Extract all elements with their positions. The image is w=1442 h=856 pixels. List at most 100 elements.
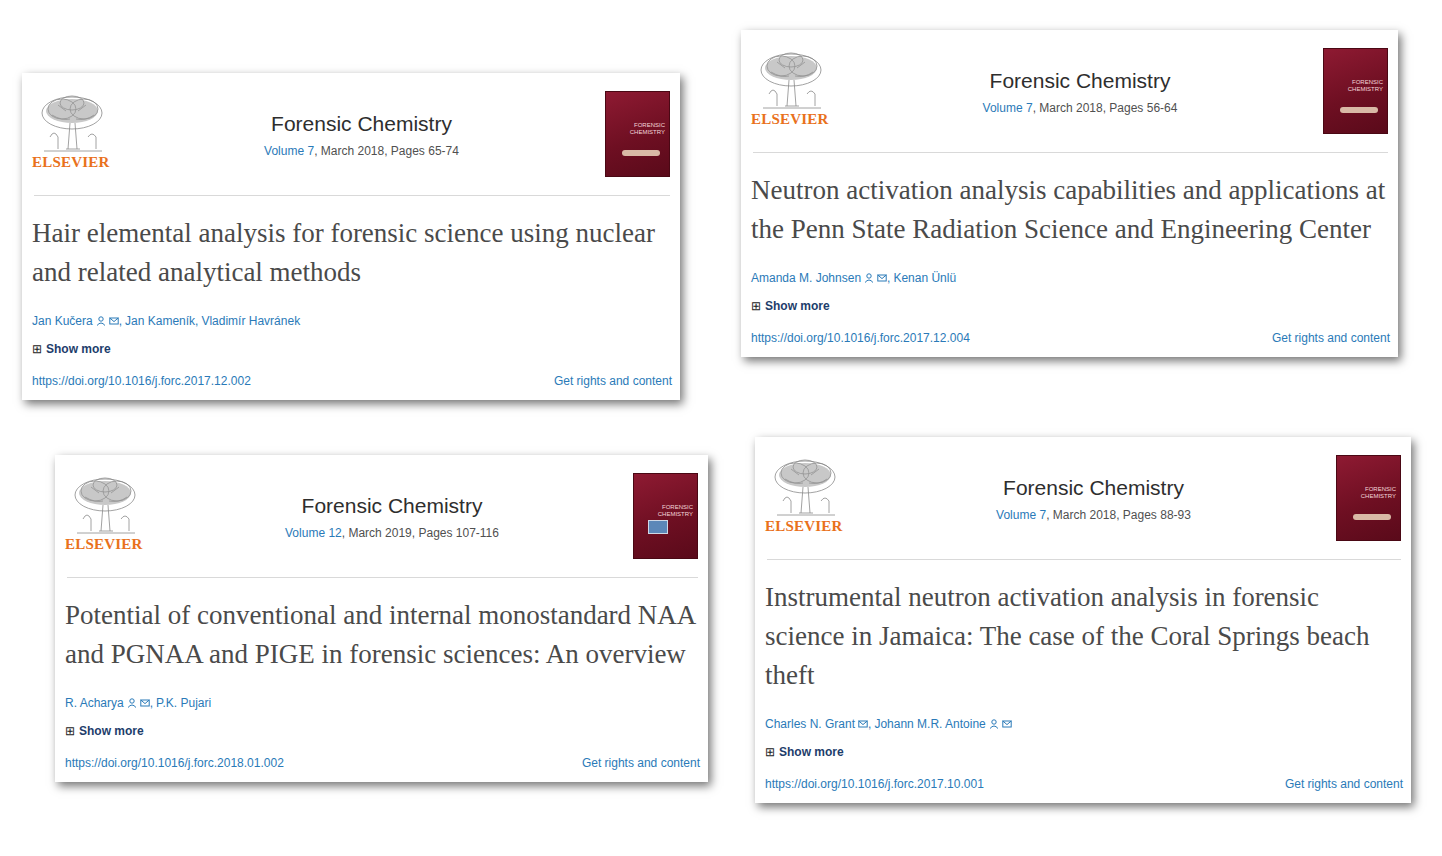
author-name[interactable]: Johann M.R. Antoine <box>874 715 985 733</box>
elsevier-logo[interactable]: ELSEVIER <box>32 81 118 170</box>
expand-icon[interactable]: ⊞ <box>65 725 75 737</box>
show-more-label[interactable]: Show more <box>765 297 830 315</box>
elsevier-logo[interactable]: ELSEVIER <box>765 445 851 534</box>
header-rule <box>67 577 698 578</box>
author[interactable]: Johann M.R. Antoine <box>874 715 1011 733</box>
author-separator: , <box>119 312 122 330</box>
volume-link[interactable]: Volume 7 <box>983 101 1033 115</box>
elsevier-logo[interactable]: ELSEVIER <box>751 38 837 127</box>
author[interactable]: Jan Kučera, <box>32 312 125 330</box>
journal-cover[interactable]: FORENSIC CHEMISTRY <box>605 91 670 177</box>
show-more-label[interactable]: Show more <box>79 722 144 740</box>
doi-link[interactable]: https://doi.org/10.1016/j.forc.2017.10.0… <box>765 775 984 793</box>
author-name[interactable]: Amanda M. Johnsen <box>751 269 861 287</box>
person-icon <box>127 698 137 708</box>
cover-decoration <box>1340 107 1378 113</box>
journal-name[interactable]: Forensic Chemistry <box>837 68 1323 93</box>
author-list: Amanda M. Johnsen,Kenan Ünlü <box>751 269 1390 287</box>
volume-line: Volume 7, March 2018, Pages 88-93 <box>851 506 1336 524</box>
author[interactable]: Charles N. Grant, <box>765 715 874 733</box>
journal-name[interactable]: Forensic Chemistry <box>151 493 633 518</box>
article-card: ELSEVIERForensic Chemistry Volume 12, Mar… <box>55 455 708 782</box>
elsevier-tree-icon <box>765 457 843 519</box>
author-name[interactable]: Kenan Ünlü <box>893 269 956 287</box>
person-icon <box>96 316 106 326</box>
cover-title: FORENSIC CHEMISTRY <box>1343 79 1383 92</box>
volume-line: Volume 7, March 2018, Pages 65-74 <box>118 142 605 160</box>
author[interactable]: R. Acharya, <box>65 694 156 712</box>
cover-decoration <box>622 150 660 156</box>
article-footer: https://doi.org/10.1016/j.forc.2017.12.0… <box>32 372 672 390</box>
expand-icon[interactable]: ⊞ <box>765 746 775 758</box>
doi-link[interactable]: https://doi.org/10.1016/j.forc.2017.12.0… <box>751 329 970 347</box>
article-header: ELSEVIER Forensic Chemistry Volume 7, Marc… <box>765 445 1403 553</box>
author-separator: , <box>887 269 890 287</box>
show-more-button[interactable]: ⊞ Show more <box>765 743 1403 761</box>
article-footer: https://doi.org/10.1016/j.forc.2017.10.0… <box>765 775 1403 793</box>
cover-title: FORENSIC CHEMISTRY <box>625 122 665 135</box>
author[interactable]: Amanda M. Johnsen, <box>751 269 893 287</box>
journal-cover[interactable]: FORENSIC CHEMISTRY <box>1323 48 1388 134</box>
cover-title: FORENSIC CHEMISTRY <box>1356 486 1396 499</box>
author-list: Charles N. Grant,Johann M.R. Antoine <box>765 715 1403 733</box>
author-separator: , <box>868 715 871 733</box>
author-name[interactable]: P.K. Pujari <box>156 694 211 712</box>
article-footer: https://doi.org/10.1016/j.forc.2017.12.0… <box>751 329 1390 347</box>
show-more-label[interactable]: Show more <box>779 743 844 761</box>
show-more-label[interactable]: Show more <box>46 340 111 358</box>
author-list: R. Acharya,P.K. Pujari <box>65 694 700 712</box>
envelope-icon <box>877 273 887 283</box>
doi-link[interactable]: https://doi.org/10.1016/j.forc.2018.01.0… <box>65 754 284 772</box>
journal-cover[interactable]: FORENSIC CHEMISTRY <box>1336 455 1401 541</box>
author-name[interactable]: Vladimír Havránek <box>201 312 300 330</box>
volume-link[interactable]: Volume 7 <box>996 508 1046 522</box>
cover-title: FORENSIC CHEMISTRY <box>653 504 693 517</box>
journal-name[interactable]: Forensic Chemistry <box>851 475 1336 500</box>
envelope-icon <box>109 316 119 326</box>
header-rule <box>767 559 1401 560</box>
volume-link[interactable]: Volume 7 <box>264 144 314 158</box>
author[interactable]: P.K. Pujari <box>156 694 211 712</box>
rights-link[interactable]: Get rights and content <box>1285 775 1403 793</box>
expand-icon[interactable]: ⊞ <box>751 300 761 312</box>
publisher-name: ELSEVIER <box>751 112 828 127</box>
author-list: Jan Kučera,Jan Kameník,Vladimír Havránek <box>32 312 672 330</box>
publisher-name: ELSEVIER <box>765 519 842 534</box>
article-header: ELSEVIER Forensic Chemistry Volume 7, Marc… <box>32 81 672 189</box>
author[interactable]: Vladimír Havránek <box>201 312 300 330</box>
expand-icon[interactable]: ⊞ <box>32 343 42 355</box>
article-card: ELSEVIER Forensic Chemistry Volume 7, Marc… <box>755 437 1411 803</box>
article-title: Neutron activation analysis capabilities… <box>751 171 1390 249</box>
volume-line: Volume 7, March 2018, Pages 56-64 <box>837 99 1323 117</box>
volume-line: Volume 12, March 2019, Pages 107-116 <box>151 524 633 542</box>
author-name[interactable]: Charles N. Grant <box>765 715 855 733</box>
author[interactable]: Kenan Ünlü <box>893 269 956 287</box>
journal-cover[interactable]: FORENSIC CHEMISTRY <box>633 473 698 559</box>
elsevier-tree-icon <box>751 50 829 112</box>
header-rule <box>753 152 1388 153</box>
elsevier-tree-icon <box>65 475 143 537</box>
author[interactable]: Jan Kameník, <box>125 312 201 330</box>
collage-canvas: ELSEVIERForensic ChemistryVolume 7, Marc… <box>0 0 1442 856</box>
envelope-icon <box>1002 719 1012 729</box>
journal-name[interactable]: Forensic Chemistry <box>118 111 605 136</box>
show-more-button[interactable]: ⊞ Show more <box>32 340 672 358</box>
issue-info: , March 2019, Pages 107-116 <box>342 526 499 540</box>
publisher-name: ELSEVIER <box>32 155 109 170</box>
volume-link[interactable]: Volume 12 <box>285 526 342 540</box>
article-header: ELSEVIERForensic Chemistry Volume 12, Mar… <box>65 463 700 571</box>
journal-info: Forensic Chemistry Volume 12, March 2019,… <box>151 463 633 542</box>
article-header: ELSEVIER Forensic Chemistry Volume 7, Marc… <box>751 38 1390 146</box>
cover-decoration <box>1353 514 1391 520</box>
rights-link[interactable]: Get rights and content <box>1272 329 1390 347</box>
rights-link[interactable]: Get rights and content <box>582 754 700 772</box>
author-name[interactable]: R. Acharya <box>65 694 124 712</box>
show-more-button[interactable]: ⊞ Show more <box>65 722 700 740</box>
person-icon <box>989 719 999 729</box>
show-more-button[interactable]: ⊞ Show more <box>751 297 1390 315</box>
doi-link[interactable]: https://doi.org/10.1016/j.forc.2017.12.0… <box>32 372 251 390</box>
rights-link[interactable]: Get rights and content <box>554 372 672 390</box>
elsevier-logo[interactable]: ELSEVIER <box>65 463 151 552</box>
author-name[interactable]: Jan Kučera <box>32 312 93 330</box>
author-name[interactable]: Jan Kameník <box>125 312 195 330</box>
